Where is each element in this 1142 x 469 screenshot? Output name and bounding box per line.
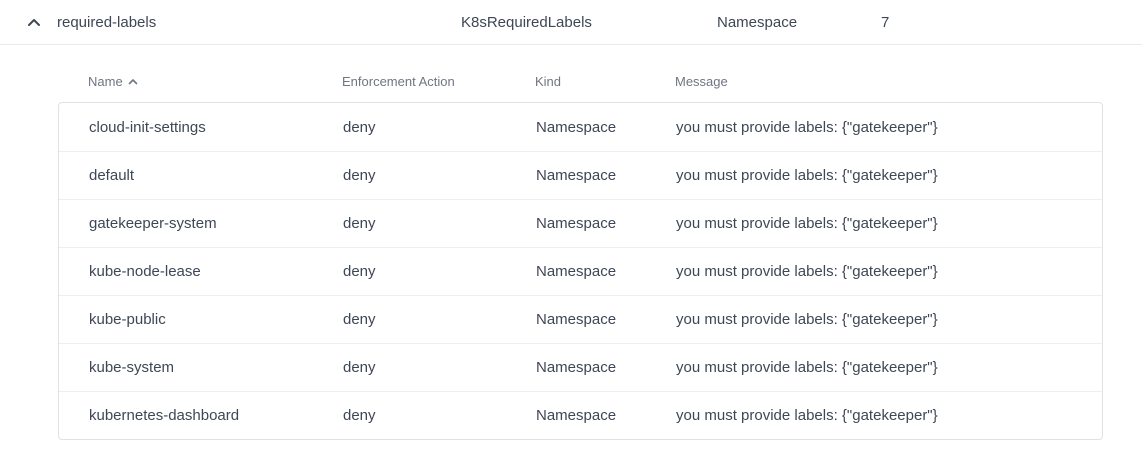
table-row: kube-public deny Namespace you must prov… (59, 295, 1102, 343)
violations-table: cloud-init-settings deny Namespace you m… (58, 102, 1103, 440)
cell-enforcement-action: deny (343, 359, 536, 376)
cell-enforcement-action: deny (343, 407, 536, 424)
cell-message: you must provide labels: {"gatekeeper"} (676, 359, 1102, 376)
cell-name: cloud-init-settings (59, 119, 343, 136)
cell-message: you must provide labels: {"gatekeeper"} (676, 167, 1102, 184)
constraint-name: required-labels (57, 0, 156, 44)
table-row: kube-node-lease deny Namespace you must … (59, 247, 1102, 295)
column-header-enforcement-action[interactable]: Enforcement Action (342, 74, 535, 89)
column-header-name-label: Name (88, 74, 123, 89)
cell-kind: Namespace (536, 167, 676, 184)
cell-kind: Namespace (536, 263, 676, 280)
cell-name: gatekeeper-system (59, 215, 343, 232)
table-row: cloud-init-settings deny Namespace you m… (59, 103, 1102, 151)
cell-name: default (59, 167, 343, 184)
cell-enforcement-action: deny (343, 263, 536, 280)
cell-name: kube-system (59, 359, 343, 376)
constraint-type: K8sRequiredLabels (461, 0, 592, 44)
column-header-name[interactable]: Name (58, 74, 342, 89)
cell-kind: Namespace (536, 359, 676, 376)
cell-message: you must provide labels: {"gatekeeper"} (676, 215, 1102, 232)
cell-name: kube-public (59, 311, 343, 328)
cell-name: kubernetes-dashboard (59, 407, 343, 424)
cell-enforcement-action: deny (343, 119, 536, 136)
table-row: gatekeeper-system deny Namespace you mus… (59, 199, 1102, 247)
cell-enforcement-action: deny (343, 311, 536, 328)
column-header-kind[interactable]: Kind (535, 74, 675, 89)
constraint-kind: Namespace (717, 0, 797, 44)
cell-kind: Namespace (536, 311, 676, 328)
cell-enforcement-action: deny (343, 215, 536, 232)
cell-kind: Namespace (536, 407, 676, 424)
cell-message: you must provide labels: {"gatekeeper"} (676, 119, 1102, 136)
cell-message: you must provide labels: {"gatekeeper"} (676, 311, 1102, 328)
table-row: kubernetes-dashboard deny Namespace you … (59, 391, 1102, 439)
cell-name: kube-node-lease (59, 263, 343, 280)
collapse-chevron-up-icon[interactable] (27, 0, 41, 44)
column-header-message[interactable]: Message (675, 74, 1103, 89)
table-row: default deny Namespace you must provide … (59, 151, 1102, 199)
cell-message: you must provide labels: {"gatekeeper"} (676, 263, 1102, 280)
cell-kind: Namespace (536, 119, 676, 136)
cell-enforcement-action: deny (343, 167, 536, 184)
sort-ascending-icon (128, 78, 138, 85)
cell-kind: Namespace (536, 215, 676, 232)
cell-message: you must provide labels: {"gatekeeper"} (676, 407, 1102, 424)
table-row: kube-system deny Namespace you must prov… (59, 343, 1102, 391)
violation-count-badge: 7 (881, 0, 889, 44)
constraint-accordion-header[interactable]: required-labels K8sRequiredLabels Namesp… (0, 0, 1142, 45)
table-column-headers: Name Enforcement Action Kind Message (58, 61, 1103, 102)
